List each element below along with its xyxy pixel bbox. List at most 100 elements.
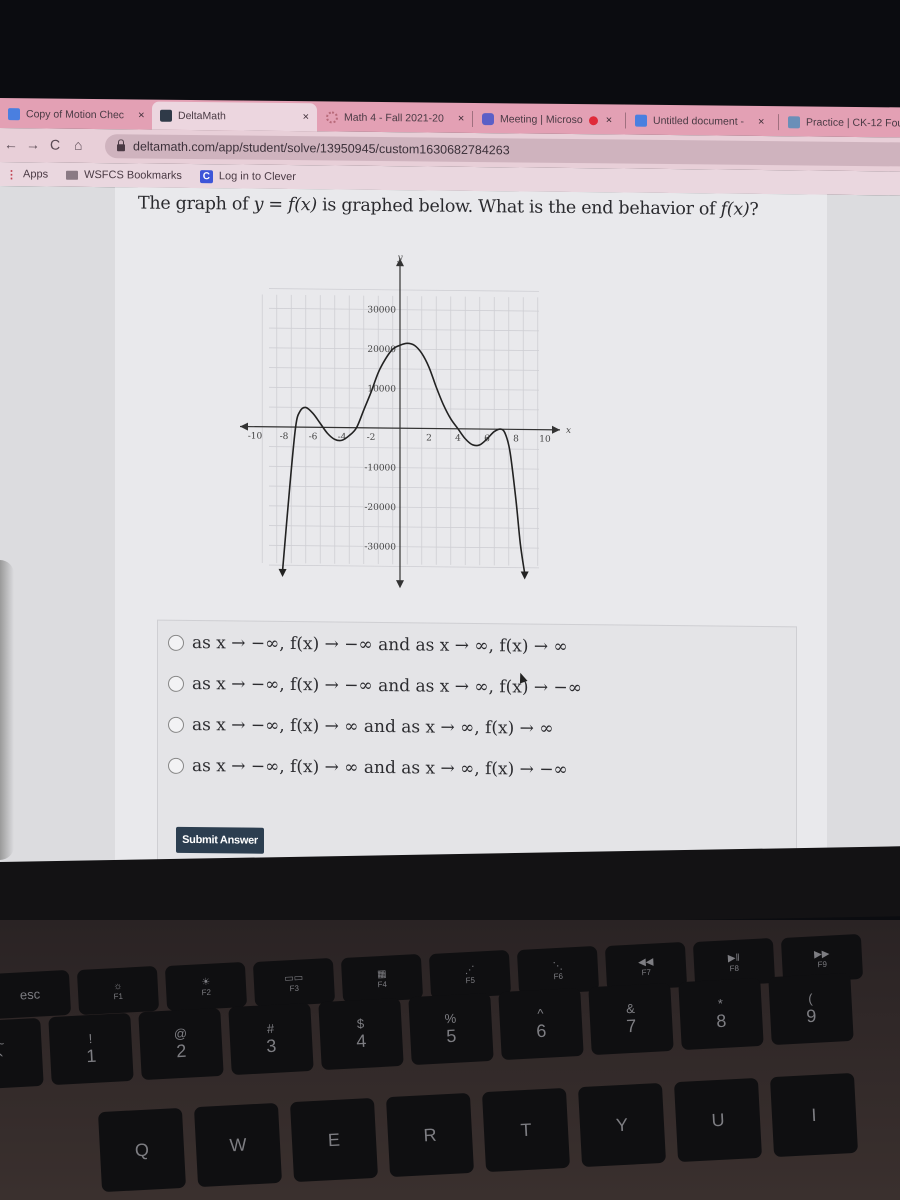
key-label: 9 [805, 1005, 817, 1027]
close-tab-icon[interactable]: × [138, 109, 144, 121]
close-tab-icon[interactable]: × [758, 116, 764, 128]
tab-separator [472, 110, 473, 127]
x-tick-label: -10 [248, 432, 263, 442]
key-u: U [673, 1077, 763, 1163]
y-tick-label: -10000 [364, 463, 396, 473]
grid-line-horizontal [269, 446, 539, 450]
radio-button[interactable] [168, 716, 184, 733]
key-shift-label: # [266, 1020, 275, 1037]
clever-icon: C [199, 169, 213, 183]
key-label: 8 [715, 1010, 727, 1032]
grid-line-horizontal [269, 347, 539, 352]
forward-button[interactable]: → [26, 136, 40, 152]
close-tab-icon[interactable]: × [303, 111, 309, 123]
key-label: U [710, 1109, 725, 1130]
tab-deltamath[interactable]: DeltaMath × [152, 101, 317, 132]
choice-2[interactable]: as x → −∞, f(x) → −∞ and as x → ∞, f(x) … [168, 674, 582, 698]
tab-untitled-document[interactable]: Untitled document - × [627, 109, 772, 135]
tab-practice-ck12[interactable]: Practice | CK-12 Four [780, 110, 900, 135]
question-suffix: ? [749, 199, 759, 220]
key-shift-label: ^ [536, 1005, 544, 1022]
question-func: f(x) [720, 199, 750, 220]
key-label: W [228, 1134, 247, 1155]
close-tab-icon[interactable]: × [458, 113, 464, 125]
recording-indicator-icon [588, 115, 598, 125]
curve-right-end-arrow-icon [520, 571, 529, 580]
curve-left-end-arrow-icon [278, 568, 287, 577]
answer-choices: as x → −∞, f(x) → −∞ and as x → ∞, f(x) … [157, 619, 797, 869]
choice-3[interactable]: as x → −∞, f(x) → ∞ and as x → ∞, f(x) →… [168, 715, 553, 739]
key-label: F5 [465, 975, 476, 985]
grid-line-horizontal [269, 367, 539, 371]
grid-line-horizontal [269, 544, 539, 549]
grid-line-horizontal [269, 564, 539, 569]
back-button[interactable]: ← [4, 136, 18, 152]
key-f1: ☼ F1 [76, 965, 160, 1016]
bookmark-wsfcs[interactable]: WSFCS Bookmarks [66, 169, 182, 182]
key-label: T [519, 1119, 532, 1140]
function-key-icon: ▶▶ [813, 948, 830, 960]
home-button[interactable]: ⌂ [74, 137, 82, 153]
key-r: R [385, 1092, 475, 1178]
tab-label: Meeting | Microso [500, 113, 583, 127]
x-tick-label: -8 [280, 432, 289, 442]
key-shift-label: ~ [0, 1035, 5, 1052]
x-tick-label: 8 [513, 434, 519, 444]
function-curve [281, 342, 526, 574]
key-shift-label: * [717, 995, 724, 1012]
doc-icon [635, 114, 647, 127]
key-t: T [481, 1087, 571, 1173]
x-tick-label: 4 [455, 434, 461, 444]
key-f5: ⋰ F5 [428, 949, 512, 1000]
close-tab-icon[interactable]: × [606, 114, 612, 126]
radio-button[interactable] [168, 634, 184, 651]
radio-button[interactable] [168, 757, 184, 774]
radio-button[interactable] [168, 675, 184, 692]
key-label: F6 [553, 971, 564, 981]
url-input[interactable]: deltamath.com/app/student/solve/13950945… [105, 134, 900, 167]
key-8: * 8 [678, 977, 764, 1051]
key-f2: ☀ F2 [164, 961, 248, 1012]
tab-separator [625, 112, 626, 129]
key-shift-label: $ [356, 1015, 365, 1032]
function-key-icon: ☼ [112, 980, 123, 992]
choice-1[interactable]: as x → −∞, f(x) → −∞ and as x → ∞, f(x) … [168, 633, 568, 657]
key-i: I [769, 1072, 859, 1158]
y-tick-label: -30000 [364, 542, 396, 552]
finger-shadow [0, 560, 14, 860]
tab-label: Untitled document - [653, 114, 745, 128]
key-shift-label: ! [88, 1030, 93, 1047]
key-y: Y [577, 1082, 667, 1168]
tab-copy-of-motion-check[interactable]: Copy of Motion Chec × [0, 102, 153, 128]
key-label: F2 [201, 987, 212, 997]
bookmark-label: Apps [23, 168, 49, 181]
function-key-icon: ⋰ [464, 964, 476, 976]
function-key-icon: ☀ [200, 976, 211, 988]
key-label: I [810, 1104, 817, 1125]
key-1: ! 1 [48, 1012, 134, 1086]
x-tick-label: 10 [539, 435, 551, 445]
x-axis-left-arrow-icon [240, 422, 248, 431]
bookmark-apps[interactable]: ⋮ Apps [6, 168, 48, 181]
key-q: Q [97, 1107, 187, 1193]
key-5: % 5 [408, 992, 494, 1066]
tab-label: DeltaMath [178, 109, 226, 123]
grid-line-horizontal [269, 386, 539, 391]
tab-math-4[interactable]: Math 4 - Fall 2021-20 × [318, 105, 472, 131]
key-9: (9 [768, 972, 854, 1046]
tab-label: Copy of Motion Chec [26, 108, 125, 122]
key-label: F9 [817, 959, 828, 969]
grid-line-horizontal [269, 307, 539, 312]
submit-answer-button[interactable]: Submit Answer [176, 826, 264, 854]
key-label: 4 [355, 1030, 367, 1052]
x-axis-right-arrow-icon [552, 425, 560, 434]
y-tick-label: 30000 [367, 305, 396, 315]
choice-label: as x → −∞, f(x) → −∞ and as x → ∞, f(x) … [192, 633, 568, 657]
bookmark-clever[interactable]: C Log in to Clever [199, 169, 296, 184]
choice-4[interactable]: as x → −∞, f(x) → ∞ and as x → ∞, f(x) →… [168, 756, 568, 780]
key-label: 3 [265, 1035, 277, 1057]
x-tick-label: 2 [426, 433, 432, 443]
question-middle: is graphed below. What is the end behavi… [316, 195, 721, 220]
tab-meeting-teams[interactable]: Meeting | Microso × [474, 107, 620, 133]
reload-button[interactable]: C [50, 137, 60, 153]
